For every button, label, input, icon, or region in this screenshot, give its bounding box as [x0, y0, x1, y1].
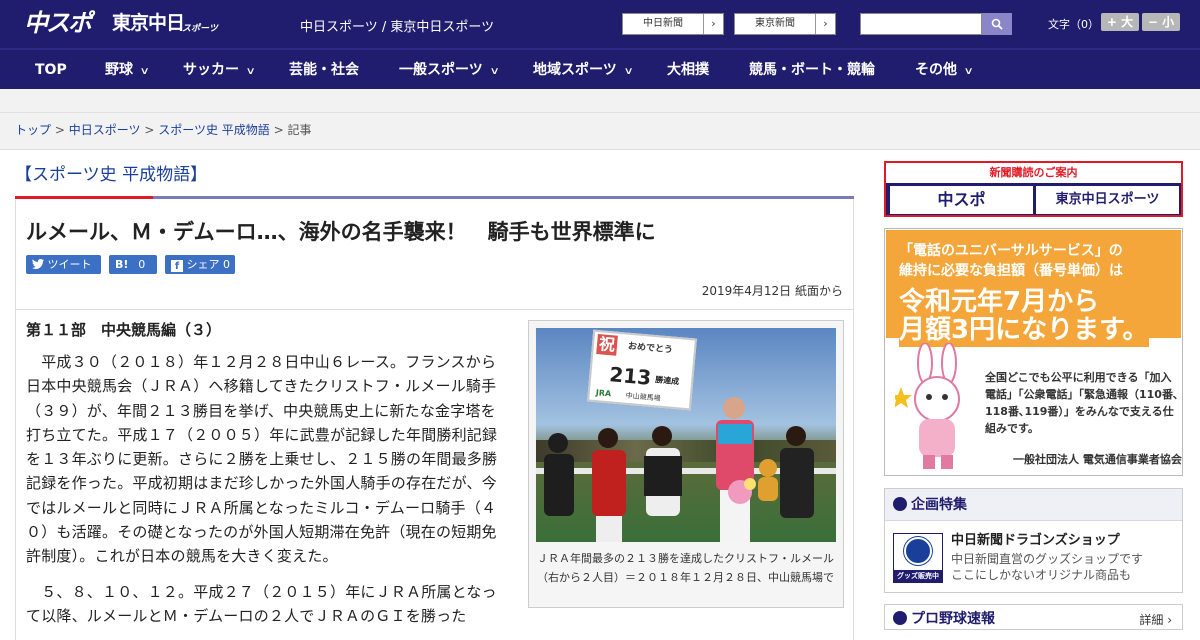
site-names: 中日スポーツ / 東京中日スポーツ [300, 20, 495, 35]
chevron-down-icon: ∨ [623, 66, 634, 77]
breadcrumb-series[interactable]: スポーツ史 平成物語 [158, 123, 270, 137]
baseball-icon [893, 611, 907, 625]
feature-icon [893, 497, 907, 511]
article-title: ルメール、Ｍ・デムーロ…、海外の名手襲来！ 騎手も世界標準に [26, 220, 656, 244]
nav-soccer[interactable]: サッカー ∨ [183, 60, 256, 82]
breadcrumb-chunichi[interactable]: 中日スポーツ [69, 123, 141, 137]
tokyo-chunichi-logo-sub: スポーツ [182, 24, 218, 34]
nav-baseball[interactable]: 野球 ∨ [105, 60, 150, 82]
font-larger-button[interactable]: + 大 [1101, 13, 1139, 31]
nav-local-sports[interactable]: 地域スポーツ ∨ [533, 60, 634, 82]
shop-text-1: 中日新聞直営のグッズショップです [951, 552, 1144, 566]
article-subtitle: 第１１部 中央競馬編（３） [26, 321, 222, 339]
article-date: 2019年4月12日 紙面から [701, 284, 843, 298]
ad-body: 全国どこでも公平に利用できる「加入電話」「公衆電話」「緊急通報（110番､118… [985, 371, 1179, 435]
chuspo-logo[interactable]: 中スポ [24, 8, 92, 38]
tokyo-shimbun-label: 東京新聞 [755, 18, 795, 29]
dragons-mascot-icon [904, 537, 932, 565]
nav-racing[interactable]: 競馬・ボート・競輪 [749, 60, 875, 80]
facebook-count: 0 [223, 258, 230, 271]
ad-line2: 維持に必要な負担額（番号単価）は [899, 263, 1123, 279]
shop-badge: グッズ販売中 [894, 570, 942, 582]
tokyo-shimbun-button[interactable]: 東京新聞 › [734, 13, 836, 35]
universal-service-ad[interactable]: 「電話のユニバーサルサービス」の 維持に必要な負担額（番号単価）は 令和元年7月… [884, 228, 1183, 476]
chunichi-shimbun-button[interactable]: 中日新聞 › [622, 13, 724, 35]
chevron-right-icon: › [815, 14, 835, 34]
chunichi-shimbun-label: 中日新聞 [643, 18, 683, 29]
tokyo-chunichi-logo[interactable]: 東京中日 [112, 11, 185, 35]
chevron-right-icon: › [703, 14, 723, 34]
search-button[interactable] [982, 13, 1012, 35]
shop-text-2: ここにしかないオリジナル商品も [951, 568, 1132, 582]
baseball-detail-link[interactable]: 詳細 › [1139, 611, 1172, 628]
nav-top[interactable]: TOP [35, 60, 67, 80]
ad-org: 一般社団法人 電気通信事業者協会 [1013, 453, 1182, 466]
people-silhouettes [544, 397, 814, 542]
photo-caption: ＪＲＡ年間最多の２１３勝を達成したクリストフ・ルメール（右から２人目）＝２０１８… [537, 552, 834, 584]
rabbit-mascot-icon [895, 343, 960, 469]
site-header: 中スポ 東京中日 スポーツ 中日スポーツ / 東京中日スポーツ 中日新聞 › 東… [0, 0, 1200, 48]
hatena-count: 0 [138, 258, 146, 271]
search-input[interactable] [860, 13, 982, 35]
search-icon [991, 18, 1003, 30]
subscribe-chuspo[interactable]: 中スポ [890, 186, 1033, 214]
breadcrumb-top[interactable]: トップ [15, 123, 51, 137]
ad-strip [0, 89, 1200, 113]
facebook-share-button[interactable]: f シェア 0 [165, 255, 235, 274]
tweet-button[interactable]: ツイート [26, 255, 101, 274]
nav-general-sports[interactable]: 一般スポーツ ∨ [399, 60, 500, 82]
article-photo[interactable]: 祝 おめでとう 213 勝達成 JRA 中山競馬場 [536, 328, 836, 542]
breadcrumb-current: 記事 [287, 123, 312, 137]
subscribe-label: 新聞購読のご案内 [886, 163, 1181, 183]
main-nav: TOP 野球 ∨ サッカー ∨ 芸能・社会 一般スポーツ ∨ 地域スポーツ ∨ 大相撲 … [0, 48, 1200, 89]
nav-other[interactable]: その他 ∨ [915, 60, 974, 82]
special-feature-title: 企画特集 [911, 497, 967, 513]
font-smaller-button[interactable]: − 小 [1142, 13, 1180, 31]
hatena-bookmark-button[interactable]: B! 0 [109, 255, 157, 274]
chevron-down-icon: ∨ [963, 66, 974, 77]
baseball-score-card: プロ野球速報 詳細 › [884, 604, 1183, 630]
subscribe-banner[interactable]: 新聞購読のご案内 中スポ 東京中日スポーツ [884, 161, 1183, 217]
font-size-label: 文字（0） [1048, 18, 1099, 31]
ad-line4: 月額3円になります。 [899, 313, 1149, 347]
twitter-icon [32, 259, 44, 270]
dragons-shop-image[interactable]: グッズ販売中 [893, 533, 943, 583]
nav-entertainment[interactable]: 芸能・社会 [289, 60, 359, 80]
chevron-down-icon: ∨ [489, 66, 500, 77]
article-paragraph: 平成３０（２０１８）年１２月２８日中山６レース。フランスから日本中央競馬会（ＪＲ… [26, 353, 498, 566]
breadcrumb: トップ > 中日スポーツ > スポーツ史 平成物語 > 記事 [0, 113, 1200, 150]
facebook-icon: f [171, 260, 183, 272]
section-title[interactable]: 【スポーツ史 平成物語】 [15, 160, 207, 185]
baseball-title: プロ野球速報 [911, 611, 995, 627]
hatena-icon: B! [115, 258, 129, 271]
nav-sumo[interactable]: 大相撲 [667, 60, 709, 80]
ad-line1: 「電話のユニバーサルサービス」の [899, 243, 1123, 259]
subscribe-tokyo[interactable]: 東京中日スポーツ [1036, 186, 1179, 214]
chevron-down-icon: ∨ [139, 66, 150, 77]
article-paragraph: ５、８、１０、１２。平成２７（２０１５）年にＪＲＡ所属となって以降、ルメールとＭ… [26, 583, 497, 626]
chevron-down-icon: ∨ [245, 66, 256, 77]
shop-title[interactable]: 中日新聞ドラゴンズショップ [951, 532, 1120, 550]
